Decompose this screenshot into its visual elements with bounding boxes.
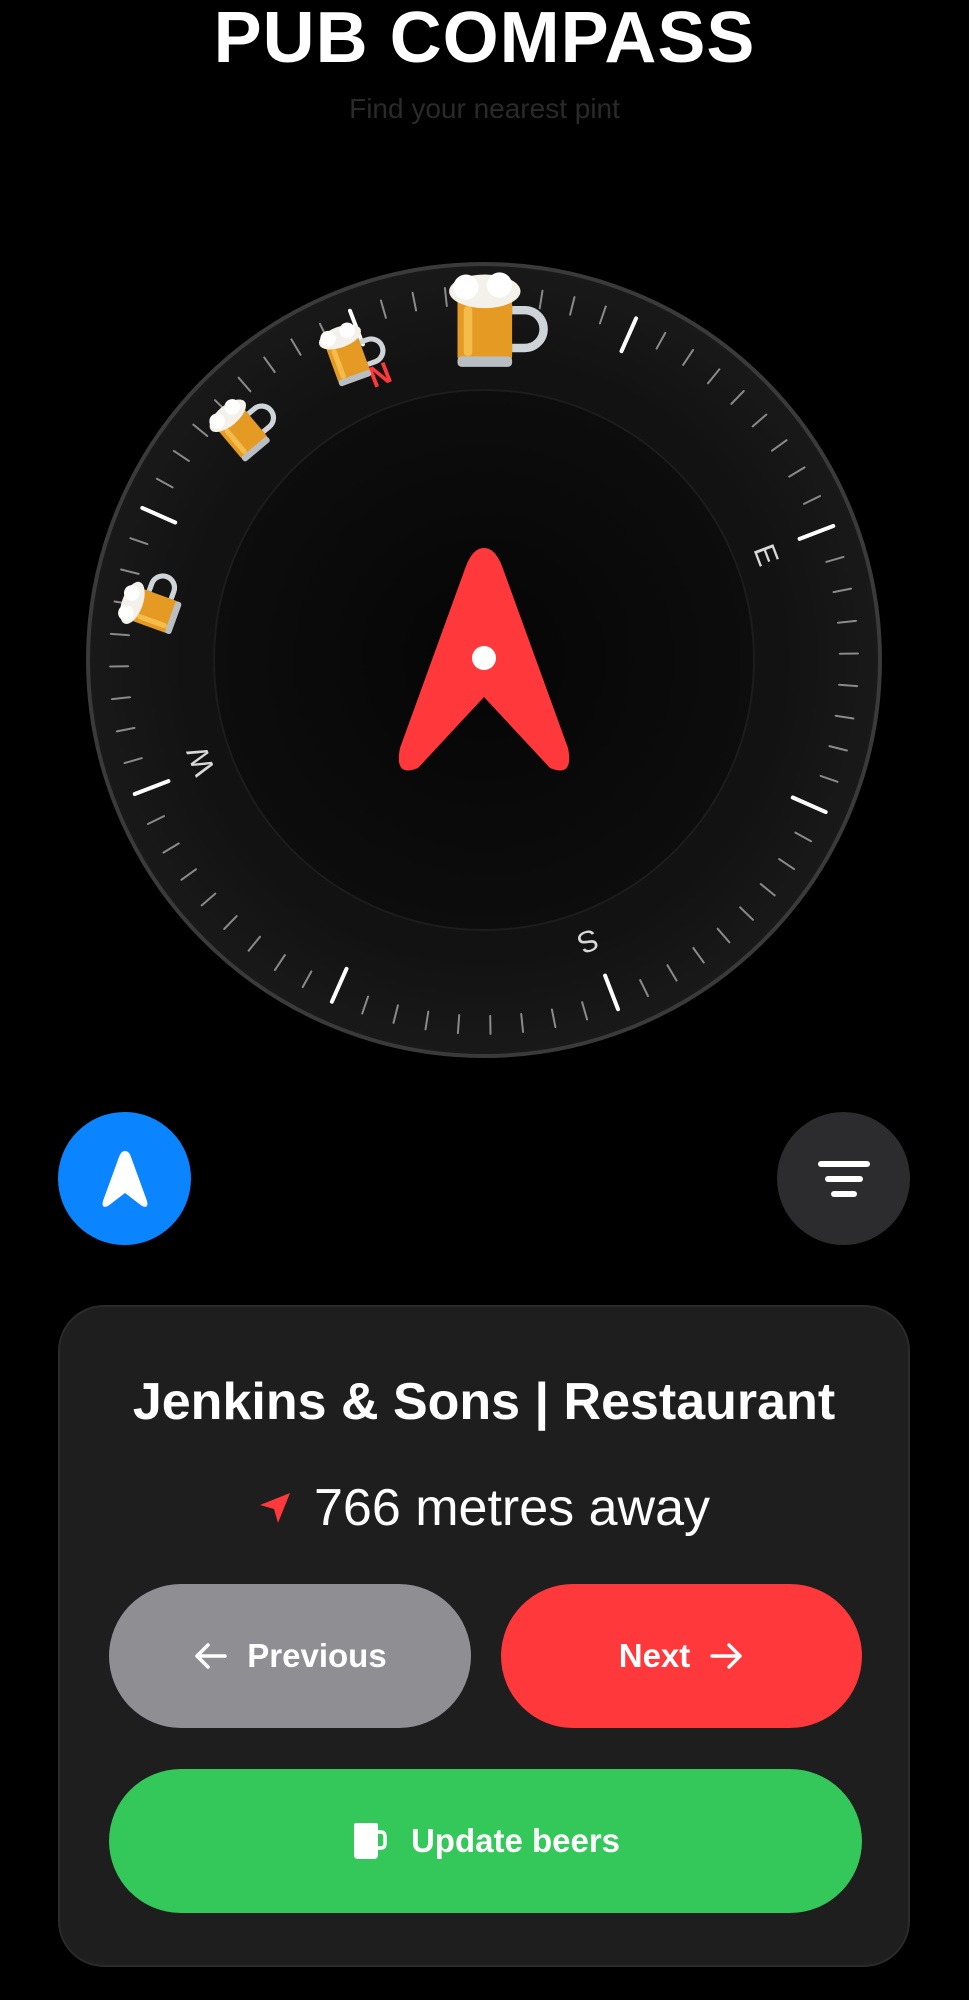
previous-label: Previous — [247, 1637, 387, 1674]
previous-button[interactable]: Previous — [109, 1584, 471, 1728]
filter-button[interactable] — [777, 1112, 910, 1245]
compass-minor-tick — [456, 1014, 461, 1035]
next-button[interactable]: Next — [501, 1584, 862, 1728]
filter-lines-icon — [817, 1160, 870, 1197]
pub-card: Jenkins & Sons | Restaurant 766 metres a… — [58, 1305, 910, 1967]
next-label: Next — [618, 1637, 691, 1674]
distance-row: 766 metres away — [60, 1477, 908, 1539]
arrow-left-icon — [195, 1643, 228, 1669]
mug-icon — [353, 1823, 387, 1859]
direction-arrow-icon — [260, 1493, 291, 1523]
needle-center-dot — [472, 646, 496, 670]
update-beers-label: Update beers — [410, 1822, 621, 1859]
compass-minor-tick — [838, 683, 859, 688]
update-beers-button[interactable]: Update beers — [109, 1769, 862, 1913]
pub-name: Jenkins & Sons | Restaurant — [132, 1373, 836, 1431]
distance-text: 766 metres away — [314, 1479, 710, 1537]
compass-dial: N E S W — [86, 262, 882, 1058]
arrow-right-icon — [710, 1643, 743, 1669]
navigation-arrow-icon — [102, 1150, 147, 1207]
locate-button[interactable] — [58, 1112, 191, 1245]
compass-minor-tick — [109, 632, 130, 637]
